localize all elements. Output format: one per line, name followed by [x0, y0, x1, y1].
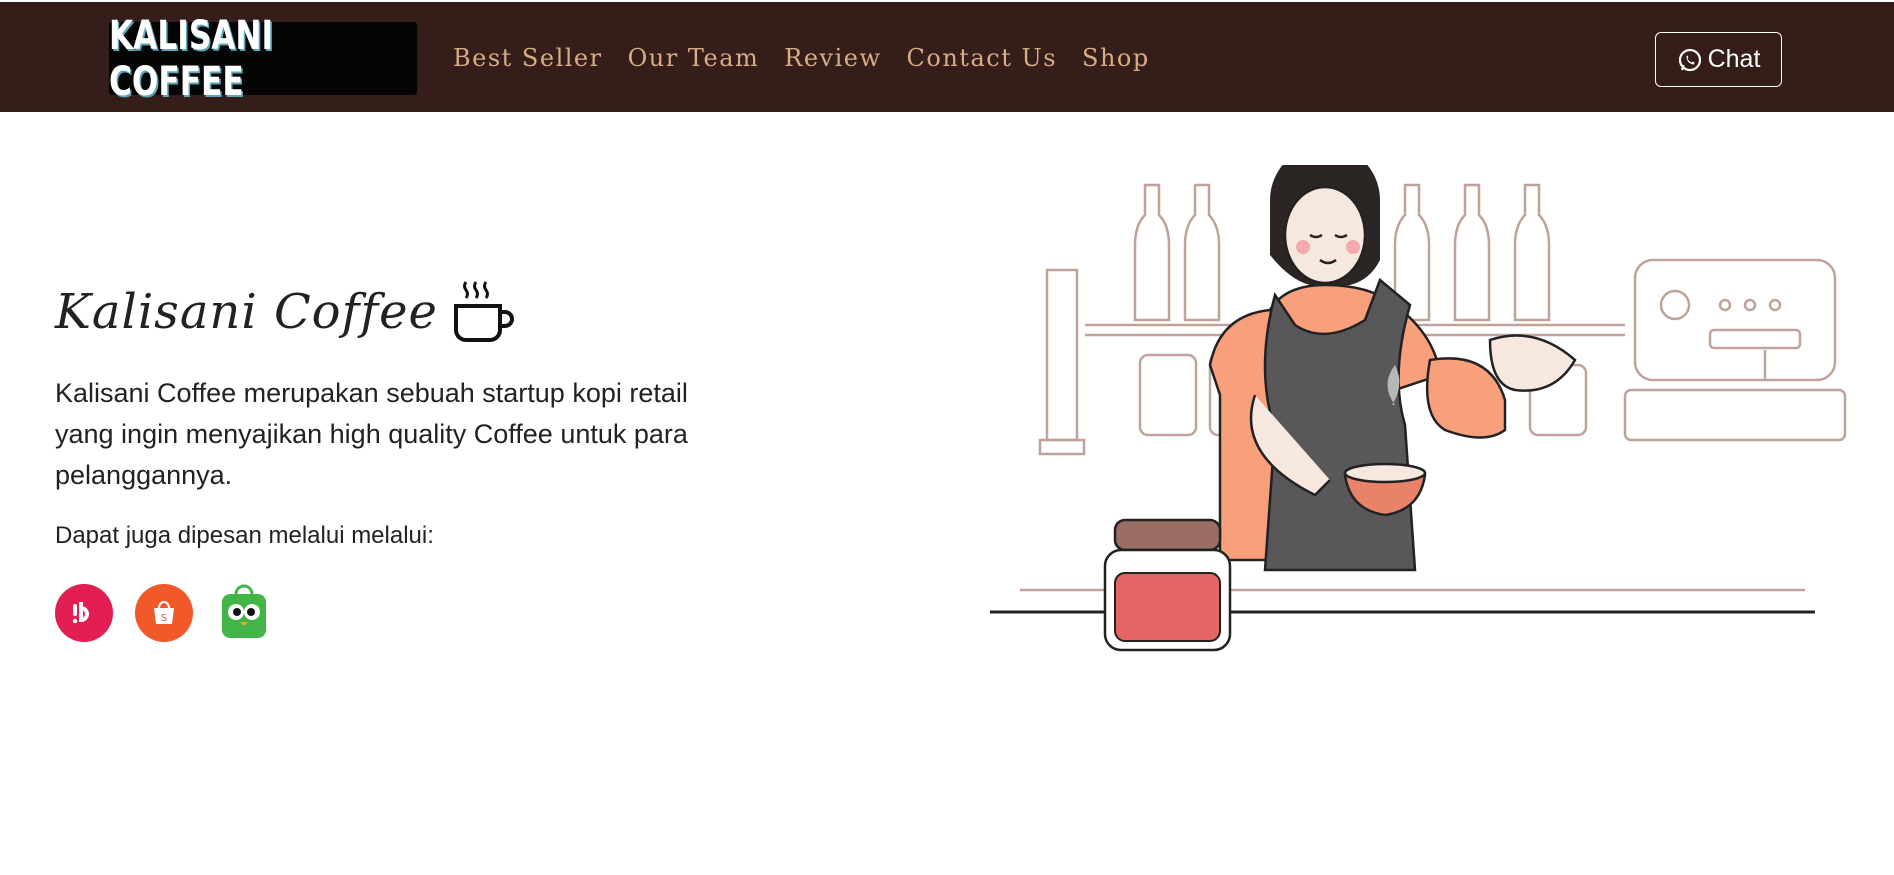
chat-button[interactable]: Chat — [1655, 32, 1782, 87]
brand-logo[interactable]: KALISANI COFFEE — [109, 13, 418, 105]
barista-figure — [1208, 165, 1577, 572]
logo-text: KALISANI COFFEE — [109, 12, 274, 105]
shopee-icon[interactable]: S — [135, 584, 193, 642]
hero-description: Kalisani Coffee merupakan sebuah startup… — [55, 378, 688, 490]
hot-coffee-icon — [453, 281, 514, 342]
nav-review[interactable]: Review — [784, 44, 881, 72]
order-channels-label: Dapat juga dipesan melalui melalui: — [55, 522, 434, 549]
top-navbar: KALISANI COFFEE Best Seller Our Team Rev… — [0, 0, 1894, 112]
nav-our-team[interactable]: Our Team — [628, 44, 760, 72]
tokopedia-icon[interactable] — [215, 584, 273, 642]
nav-best-seller[interactable]: Best Seller — [453, 44, 603, 72]
svg-text:S: S — [161, 613, 167, 624]
whatsapp-icon — [1678, 48, 1701, 71]
hero-title-row: Kalisani Coffee — [55, 278, 516, 346]
nav-shop[interactable]: Shop — [1082, 44, 1150, 72]
main-nav: Best Seller Our Team Review Contact Us S… — [453, 2, 1175, 114]
nav-contact-us[interactable]: Contact Us — [907, 44, 1057, 72]
jam-jar-icon — [1103, 518, 1232, 652]
barista-illustration — [990, 165, 1847, 652]
bukalapak-icon[interactable] — [55, 584, 113, 642]
page-title: Kalisani Coffee — [55, 284, 438, 340]
marketplace-links: S — [55, 584, 273, 642]
chat-label: Chat — [1707, 45, 1761, 73]
